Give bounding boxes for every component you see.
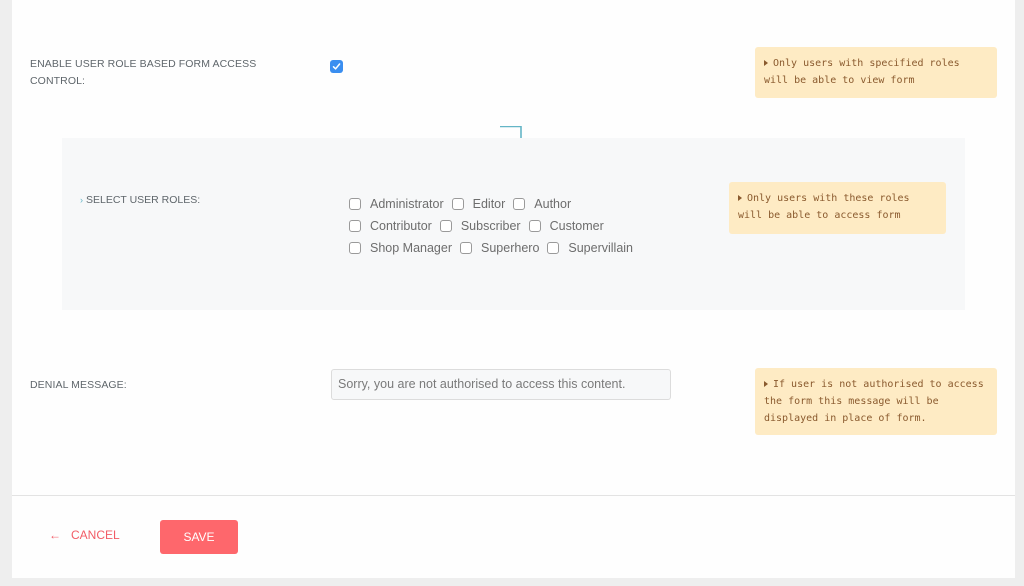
role-option-author[interactable]: Author — [513, 197, 571, 211]
user-roles-label-text: Select user roles: — [86, 194, 201, 206]
role-option-editor[interactable]: Editor — [451, 197, 506, 211]
role-option-superhero[interactable]: Superhero — [460, 241, 539, 255]
access-control-checkbox[interactable] — [330, 60, 343, 73]
role-label: Subscriber — [460, 219, 521, 233]
denial-message-input[interactable]: Sorry, you are not authorised to access … — [331, 369, 671, 400]
role-label: Administrator — [370, 197, 444, 211]
footer-divider — [12, 495, 1015, 496]
user-roles-hint-text: Only users with these roles will be able… — [738, 193, 910, 221]
role-checkbox[interactable] — [349, 220, 361, 232]
role-checkbox[interactable] — [349, 198, 361, 210]
role-label: Supervillain — [568, 241, 634, 255]
arrow-left-icon: ← — [49, 528, 61, 542]
role-option-administrator[interactable]: Administrator — [349, 197, 444, 211]
role-option-subscriber[interactable]: Subscriber — [439, 219, 521, 233]
checkmark-icon — [332, 63, 341, 70]
save-button[interactable]: Save — [160, 520, 238, 554]
role-checkbox[interactable] — [451, 198, 464, 210]
role-label: Superhero — [481, 241, 540, 255]
roles-row: Shop Manager Superhero Supervillain — [349, 237, 669, 259]
role-checkbox[interactable] — [439, 220, 452, 232]
role-label: Shop Manager — [370, 241, 453, 255]
denial-message-hint-text: If user is not authorised to access the … — [764, 379, 984, 424]
role-checkbox[interactable] — [349, 242, 361, 254]
caret-right-icon — [764, 381, 768, 387]
role-label: Editor — [472, 197, 506, 211]
roles-row: Administrator Editor Author — [349, 193, 669, 215]
role-label: Customer — [549, 219, 604, 233]
access-control-label: Enable user role based form access contr… — [30, 56, 270, 90]
denial-message-label: Denial message: — [30, 379, 127, 391]
caret-right-icon — [764, 60, 768, 66]
user-roles-hint: Only users with these roles will be able… — [729, 182, 946, 234]
access-control-label-line2: control: — [30, 75, 86, 87]
role-checkbox[interactable] — [528, 220, 541, 232]
role-checkbox[interactable] — [547, 242, 560, 254]
role-label: Author — [534, 197, 572, 211]
access-control-hint: Only users with specified roles will be … — [755, 47, 997, 98]
caret-right-icon — [738, 195, 742, 201]
access-control-hint-text: Only users with specified roles will be … — [764, 58, 960, 86]
role-checkbox[interactable] — [460, 242, 473, 254]
access-control-label-line1: Enable user role based form access — [30, 58, 257, 70]
cancel-button[interactable]: ← Cancel — [49, 528, 120, 542]
roles-row: Contributor Subscriber Customer — [349, 215, 669, 237]
role-label: Contributor — [370, 219, 432, 233]
role-option-supervillain[interactable]: Supervillain — [547, 241, 633, 255]
role-option-customer[interactable]: Customer — [528, 219, 604, 233]
user-roles-list: Administrator Editor Author Contributor … — [349, 193, 669, 259]
role-option-shop-manager[interactable]: Shop Manager — [349, 241, 452, 255]
user-roles-label: › Select user roles: — [80, 192, 200, 209]
denial-message-hint: If user is not authorised to access the … — [755, 368, 997, 435]
chevron-right-icon: › — [80, 195, 83, 205]
role-checkbox[interactable] — [513, 198, 526, 210]
role-option-contributor[interactable]: Contributor — [349, 219, 432, 233]
cancel-label: Cancel — [71, 528, 120, 542]
